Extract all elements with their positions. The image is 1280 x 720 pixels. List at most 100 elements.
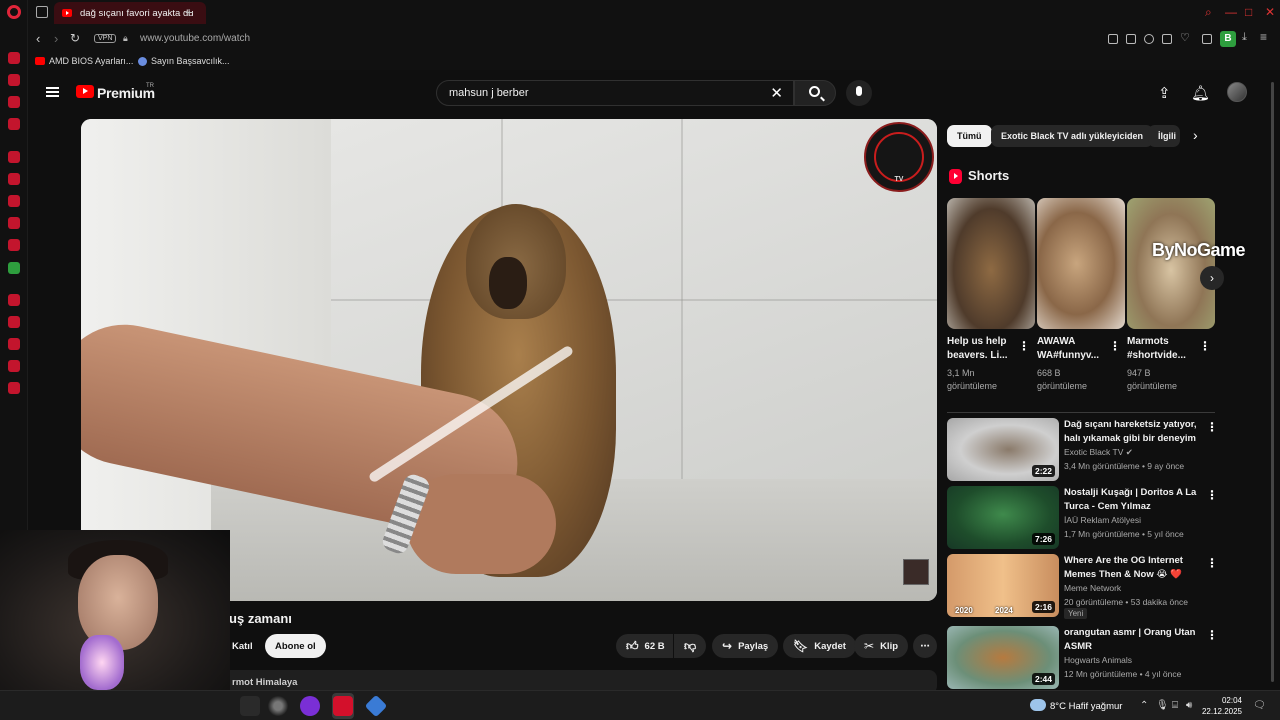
weather-icon[interactable] <box>1030 699 1046 711</box>
short-title[interactable]: Help us help beavers. Li... <box>947 335 1019 363</box>
rec-title[interactable]: Where Are the OG Internet Memes Then & N… <box>1064 554 1204 581</box>
search-input[interactable]: mahsun j berber ✕ <box>436 80 794 106</box>
taskbar-chat-icon[interactable] <box>300 696 320 716</box>
chip-related[interactable]: İlgili <box>1148 125 1180 147</box>
rec-channel[interactable]: Meme Network <box>1064 583 1121 593</box>
heart-icon[interactable]: ♡ <box>1180 31 1190 44</box>
tab-menu-icon[interactable] <box>36 6 48 18</box>
sidebar-clock-icon[interactable] <box>8 338 20 350</box>
rec-thumbnail[interactable]: 7:26 <box>947 486 1059 549</box>
short-thumbnail[interactable] <box>1037 198 1125 329</box>
weather-text[interactable]: 8°C Hafif yağmur <box>1050 701 1122 712</box>
close-window-icon[interactable]: ✕ <box>1265 5 1275 19</box>
rec-channel[interactable]: Hogwarts Animals <box>1064 655 1132 665</box>
extensions-icon[interactable] <box>1202 34 1212 44</box>
short-title[interactable]: AWAWA WA#funnyv... <box>1037 335 1109 363</box>
chip-from-uploader[interactable]: Exotic Black TV adlı yükleyiciden <box>991 125 1154 147</box>
rec-options-icon[interactable]: ⋮ <box>1206 420 1218 434</box>
like-button[interactable]: 👍︎ 62 B <box>616 634 673 658</box>
sidebar-vpn-icon[interactable] <box>8 316 20 328</box>
dislike-button[interactable]: 👎︎ <box>674 634 707 658</box>
account-avatar[interactable] <box>1227 82 1247 102</box>
sidebar-messenger-icon[interactable] <box>8 52 20 64</box>
sidebar-instagram-icon[interactable] <box>8 217 20 229</box>
opera-logo-icon[interactable] <box>7 5 21 19</box>
rec-options-icon[interactable]: ⋮ <box>1206 556 1218 570</box>
sidebar-trophy-icon[interactable] <box>8 96 20 108</box>
vpn-badge[interactable]: VPN <box>94 34 117 43</box>
snapshot-icon[interactable] <box>1126 34 1136 44</box>
url-field[interactable]: www.youtube.com/watch <box>140 33 250 44</box>
recommendation-item[interactable]: 2:44 orangutan asmr | Orang Utan ASMR Ho… <box>947 626 1218 690</box>
volume-icon[interactable]: 🔊︎ <box>1186 700 1192 711</box>
share-icon[interactable] <box>1162 34 1172 44</box>
search-button[interactable] <box>794 80 836 106</box>
recommendation-item[interactable]: 2:22 Dağ sıçanı hareketsiz yatıyor, halı… <box>947 418 1218 482</box>
branding-watermark[interactable] <box>903 559 929 585</box>
sidebar-twitch-icon[interactable] <box>8 118 20 130</box>
download-icon[interactable]: ⤓ <box>1242 31 1252 43</box>
rec-options-icon[interactable]: ⋮ <box>1206 628 1218 642</box>
subscribe-button[interactable]: Abone ol <box>265 634 326 658</box>
rec-thumbnail[interactable]: 2020 2024 2:16 <box>947 554 1059 617</box>
sidebar-discord-icon[interactable] <box>8 239 20 251</box>
youtube-logo-icon[interactable] <box>76 85 94 98</box>
forward-icon[interactable]: › <box>54 31 58 46</box>
short-title[interactable]: Marmots #shortvide... <box>1127 335 1199 363</box>
lock-icon[interactable]: 🔒︎ <box>123 33 128 44</box>
short-options-icon[interactable]: ⋮ <box>1199 339 1211 353</box>
taskbar-app-icon[interactable] <box>240 696 260 716</box>
chips-next-icon[interactable]: › <box>1193 127 1198 143</box>
microphone-tray-icon[interactable]: 🎙︎ <box>1156 700 1169 711</box>
rec-title[interactable]: orangutan asmr | Orang Utan ASMR <box>1064 626 1204 653</box>
minimize-icon[interactable]: — <box>1225 5 1237 19</box>
sidebar-settings-icon[interactable] <box>8 382 20 394</box>
recommendation-item[interactable]: 2020 2024 2:16 Where Are the OG Internet… <box>947 554 1218 619</box>
sidebar-music-icon[interactable] <box>8 173 20 185</box>
shield-icon[interactable] <box>1144 34 1154 44</box>
easy-setup-icon[interactable]: ≡ <box>1260 30 1270 44</box>
sidebar-history-icon[interactable] <box>8 294 20 306</box>
maximize-icon[interactable]: □ <box>1245 5 1252 19</box>
share-button[interactable]: ↪ Paylaş <box>712 634 779 658</box>
rec-title[interactable]: Nostalji Kuşağı | Doritos A La Turca - C… <box>1064 486 1204 513</box>
taskbar-opera-icon[interactable] <box>333 696 353 716</box>
short-thumbnail[interactable] <box>1127 198 1215 329</box>
clip-button[interactable]: ✂ Klip <box>854 634 909 658</box>
taskbar-obs-icon[interactable] <box>268 696 288 716</box>
upload-icon[interactable]: ⇪ <box>1158 84 1171 102</box>
bookmark-amd[interactable]: AMD BIOS Ayarları... <box>35 56 133 66</box>
page-scrollbar[interactable] <box>1271 82 1274 682</box>
short-thumbnail[interactable] <box>947 198 1035 329</box>
sidebar-ai-icon[interactable] <box>8 74 20 86</box>
rec-title[interactable]: Dağ sıçanı hareketsiz yatıyor, halı yıka… <box>1064 418 1204 445</box>
notification-center-icon[interactable]: 🗨︎ <box>1253 700 1266 711</box>
rec-thumbnail[interactable]: 2:44 <box>947 626 1059 689</box>
pin-icon[interactable] <box>1108 34 1118 44</box>
network-icon[interactable]: ⌸ <box>1172 700 1178 711</box>
rec-thumbnail[interactable]: 2:22 <box>947 418 1059 481</box>
sidebar-extension-icon[interactable] <box>8 151 20 163</box>
hamburger-menu-icon[interactable] <box>46 87 59 97</box>
tray-expand-icon[interactable]: ⌃ <box>1140 700 1148 711</box>
bookmark-bassavcilik[interactable]: Sayın Başsavcılık... <box>138 56 230 66</box>
taskbar-app-icon[interactable] <box>364 694 388 718</box>
short-options-icon[interactable]: ⋮ <box>1109 339 1121 353</box>
clear-search-icon[interactable]: ✕ <box>770 84 783 102</box>
extension-b-icon[interactable]: B <box>1220 31 1236 47</box>
rec-channel[interactable]: İAÜ Reklam Atölyesi <box>1064 515 1141 525</box>
reload-icon[interactable]: ↻ <box>70 31 80 45</box>
shorts-next-button[interactable]: › <box>1200 266 1224 290</box>
voice-search-button[interactable] <box>846 80 872 106</box>
more-actions-button[interactable]: ⋯ <box>913 634 937 658</box>
sidebar-green-extension-icon[interactable] <box>8 262 20 274</box>
tab-active[interactable]: dağ sıçanı favori ayakta du <box>54 2 206 24</box>
taskbar-clock[interactable]: 02:04 22.12.2025 <box>1200 695 1242 717</box>
video-player[interactable]: TV <box>81 119 937 601</box>
chip-all[interactable]: Tümü <box>947 125 992 147</box>
sidebar-chat-icon[interactable] <box>8 360 20 372</box>
rec-options-icon[interactable]: ⋮ <box>1206 488 1218 502</box>
notifications-bell-icon[interactable]: 🔔︎ <box>1191 84 1210 102</box>
sidebar-whatsapp-icon[interactable] <box>8 195 20 207</box>
back-icon[interactable]: ‹ <box>36 31 40 46</box>
